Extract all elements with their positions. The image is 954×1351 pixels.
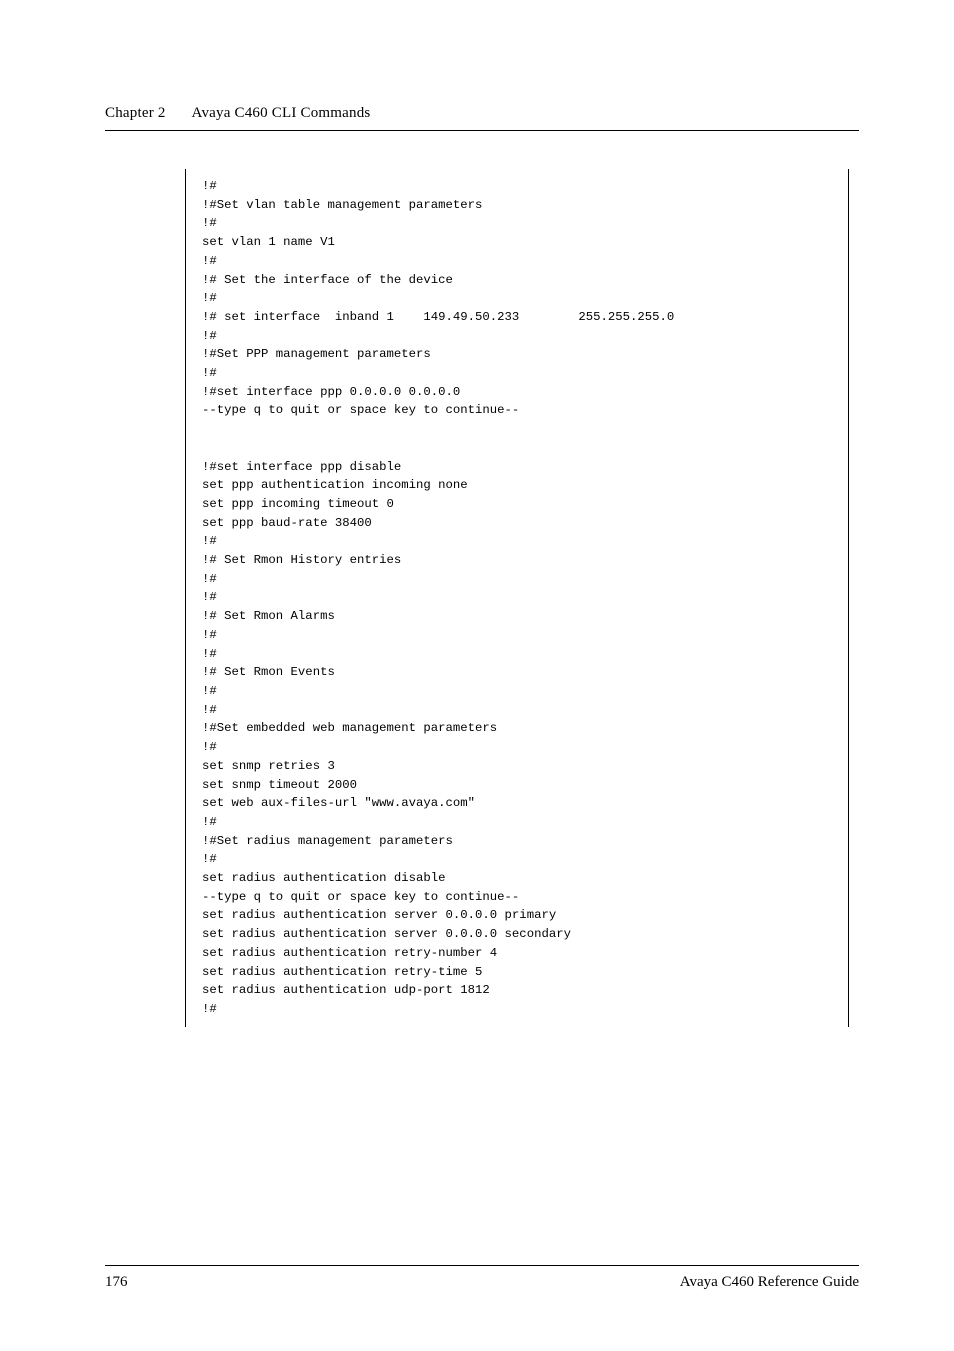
book-title: Avaya C460 Reference Guide (680, 1274, 859, 1291)
page-footer: 176 Avaya C460 Reference Guide (105, 1265, 859, 1291)
page-number: 176 (105, 1274, 128, 1291)
running-header: Chapter 2 Avaya C460 CLI Commands (105, 105, 859, 122)
page-container: Chapter 2 Avaya C460 CLI Commands !# !#Se… (0, 0, 954, 1351)
header-rule (105, 130, 859, 131)
chapter-number: Chapter 2 (105, 105, 166, 121)
chapter-title: Avaya C460 CLI Commands (192, 105, 371, 121)
cli-code-block: !# !#Set vlan table management parameter… (185, 169, 849, 1027)
